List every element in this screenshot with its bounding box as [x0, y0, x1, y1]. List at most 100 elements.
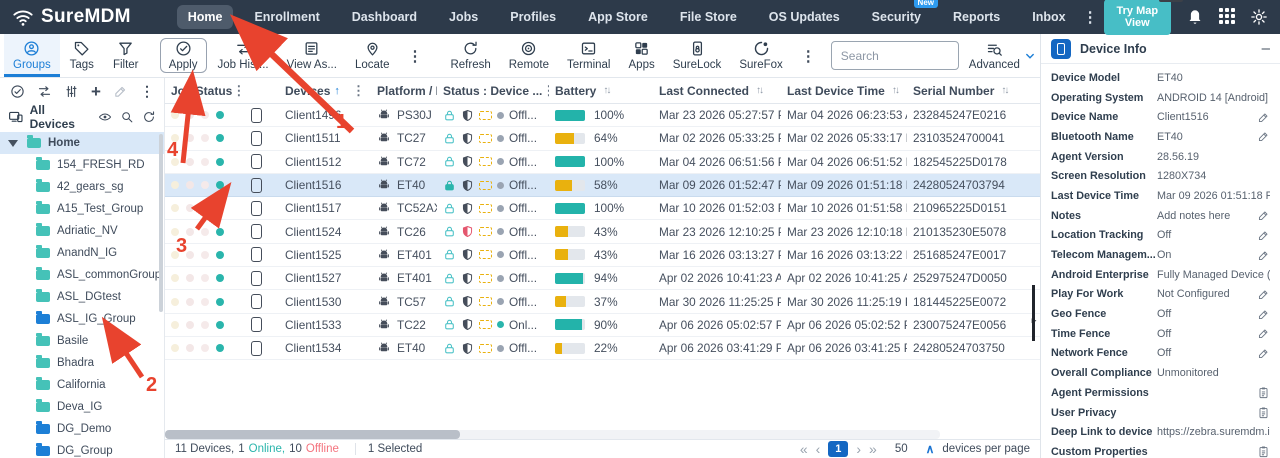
- page-size[interactable]: 50: [895, 443, 908, 455]
- device-select-cell[interactable]: [245, 247, 279, 262]
- toolbar-device-action-surefox[interactable]: SureFox: [730, 34, 791, 77]
- panel-expand-arrow-icon[interactable]: ►: [1030, 316, 1038, 325]
- device-select-cell[interactable]: [245, 294, 279, 309]
- device-row-client1530[interactable]: Client1530TC57Offl...37%Mar 30 2026 11:2…: [165, 290, 1040, 313]
- device-select-cell[interactable]: [245, 341, 279, 356]
- device-select-cell[interactable]: [245, 154, 279, 169]
- device-select-cell[interactable]: [245, 108, 279, 123]
- tree-item-dg-group[interactable]: DG_Group: [0, 440, 164, 458]
- toolbar-action-apply[interactable]: Apply: [160, 38, 207, 73]
- nav-item-file-store[interactable]: File Store: [669, 5, 748, 29]
- eye-icon[interactable]: [98, 110, 112, 124]
- device-select-cell[interactable]: [245, 271, 279, 286]
- tree-item-basile[interactable]: Basile: [0, 330, 164, 352]
- nav-item-home[interactable]: Home: [177, 5, 234, 29]
- gear-icon[interactable]: [1250, 8, 1268, 26]
- nav-item-os-updates[interactable]: OS Updates: [758, 5, 851, 29]
- hscroll-thumb[interactable]: [165, 430, 460, 439]
- device-select-cell[interactable]: [245, 317, 279, 332]
- collapse-panel-button[interactable]: –: [1262, 41, 1270, 56]
- device-row-client1517[interactable]: Client1517TC52AXOffl...100%Mar 10 2026 0…: [165, 197, 1040, 220]
- tree-item-asl-commongroup[interactable]: ASL_commonGroup: [0, 264, 164, 286]
- toolbar-device-action-remote[interactable]: Remote: [500, 34, 558, 77]
- nav-item-reports[interactable]: Reports: [942, 5, 1011, 29]
- edit-pencil-icon[interactable]: [1257, 209, 1270, 222]
- edit-pencil-icon[interactable]: [1257, 249, 1270, 262]
- try-map-view-button[interactable]: Try Map View Beta: [1104, 0, 1171, 35]
- device-row-client1524[interactable]: Client1524TC26Offl...43%Mar 23 2026 12:1…: [165, 220, 1040, 243]
- device-row-client1525[interactable]: Client1525ET401Offl...43%Mar 16 2026 03:…: [165, 244, 1040, 267]
- edit-pencil-icon[interactable]: [1257, 308, 1270, 321]
- device-select-cell[interactable]: [245, 201, 279, 216]
- column-header-last-connected[interactable]: Last Connected↑↓: [653, 84, 781, 98]
- tree-item-deva-ig[interactable]: Deva_IG: [0, 396, 164, 418]
- clipboard-icon[interactable]: [1257, 386, 1270, 399]
- refresh-tree-icon[interactable]: [142, 110, 156, 124]
- hscroll-track[interactable]: [165, 430, 940, 439]
- sidebar-scrollbar[interactable]: [159, 134, 163, 312]
- edit-pencil-icon[interactable]: [1257, 347, 1270, 360]
- column-header-platform-mo[interactable]: Platform / Mo...⋮: [371, 83, 437, 99]
- device-row-client1511[interactable]: Client1511TC27Offl...64%Mar 02 2026 05:3…: [165, 127, 1040, 150]
- toolbar-action-job-hist[interactable]: Job Hist...: [209, 34, 278, 77]
- current-page[interactable]: 1: [828, 441, 848, 457]
- actions-kebab-icon[interactable]: ⋮: [398, 47, 431, 65]
- tree-item-asl-dgtest[interactable]: ASL_DGtest: [0, 286, 164, 308]
- nav-item-enrollment[interactable]: Enrollment: [243, 5, 330, 29]
- column-header-status-device[interactable]: Status : Device ...⋮: [437, 83, 549, 99]
- device-row-client1527[interactable]: Client1527ET401Offl...94%Apr 02 2026 10:…: [165, 267, 1040, 290]
- nav-item-dashboard[interactable]: Dashboard: [341, 5, 428, 29]
- tree-item-adriatic-nv[interactable]: Adriatic_NV: [0, 220, 164, 242]
- edit-pencil-icon[interactable]: [1257, 327, 1270, 340]
- column-menu-kebab-icon[interactable]: ⋮: [232, 83, 245, 99]
- tree-item-dg-demo[interactable]: DG_Demo: [0, 418, 164, 440]
- apply-check-circle-icon[interactable]: [10, 84, 25, 99]
- nav-item-profiles[interactable]: Profiles: [499, 5, 567, 29]
- nav-item-security[interactable]: SecurityNew: [861, 5, 932, 29]
- tree-item-anandn-ig[interactable]: AnandN_IG: [0, 242, 164, 264]
- device-row-client1534[interactable]: Client1534ET40Offl...22%Apr 06 2026 03:4…: [165, 337, 1040, 360]
- vscroll-thumb[interactable]: [1032, 285, 1035, 341]
- app-launcher-grid-icon[interactable]: [1219, 8, 1235, 26]
- nav-item-app-store[interactable]: App Store: [577, 5, 659, 29]
- device-row-client1533[interactable]: Client1533TC22Onl...90%Apr 06 2026 05:02…: [165, 314, 1040, 337]
- device-select-cell[interactable]: [245, 178, 279, 193]
- first-page-button[interactable]: «: [800, 442, 808, 456]
- device-row-client1512[interactable]: Client1512TC72Offl...100%Mar 04 2026 06:…: [165, 151, 1040, 174]
- column-header-devices[interactable]: Devices↑⋮: [279, 83, 371, 99]
- edit-pencil-icon[interactable]: [1257, 130, 1270, 143]
- tree-item-california[interactable]: California: [0, 374, 164, 396]
- toolbar-device-action-terminal[interactable]: Terminal: [558, 34, 619, 77]
- edit-pencil-icon[interactable]: [113, 84, 128, 99]
- tree-item-42-gears-sg[interactable]: 42_gears_sg: [0, 176, 164, 198]
- toolbar-device-action-surelock[interactable]: SureLock: [664, 34, 731, 77]
- device-actions-kebab-icon[interactable]: ⋮: [792, 47, 825, 65]
- nav-item-jobs[interactable]: Jobs: [438, 5, 489, 29]
- edit-pencil-icon[interactable]: [1257, 288, 1270, 301]
- sort-swap-icon[interactable]: [37, 84, 52, 99]
- column-header-job-status[interactable]: Job Status⋮: [165, 83, 245, 99]
- device-row-client1496[interactable]: Client1496PS30JOffl...100%Mar 23 2026 05…: [165, 104, 1040, 127]
- toolbar-device-action-refresh[interactable]: Refresh: [441, 34, 499, 77]
- toolbar-tab-tags[interactable]: Tags: [60, 34, 104, 77]
- bell-icon[interactable]: [1186, 8, 1204, 26]
- nav-item-inbox[interactable]: Inbox: [1021, 5, 1076, 29]
- next-page-button[interactable]: ›: [856, 442, 861, 456]
- last-page-button[interactable]: »: [869, 442, 877, 456]
- tree-expander-icon[interactable]: [8, 140, 18, 147]
- toolbar-action-view-as[interactable]: View As...: [278, 34, 346, 77]
- column-menu-kebab-icon[interactable]: ⋮: [352, 83, 365, 99]
- edit-pencil-icon[interactable]: [1257, 111, 1270, 124]
- prev-page-button[interactable]: ‹: [816, 442, 821, 456]
- toolbar-tab-groups[interactable]: Groups: [4, 34, 60, 77]
- toolbar-tab-filter[interactable]: Filter: [104, 34, 148, 77]
- tree-item-154-fresh-rd[interactable]: 154_FRESH_RD: [0, 154, 164, 176]
- tree-item-asl-ig-group[interactable]: ASL_IG_Group: [0, 308, 164, 330]
- clipboard-icon[interactable]: [1257, 406, 1270, 419]
- tree-item-a15-test-group[interactable]: A15_Test_Group: [0, 198, 164, 220]
- toolbar-device-action-apps[interactable]: Apps: [620, 34, 664, 77]
- collapse-chevron-icon[interactable]: ∧: [926, 442, 935, 456]
- search-icon[interactable]: [120, 110, 134, 124]
- clipboard-icon[interactable]: [1257, 445, 1270, 458]
- tree-item-home[interactable]: Home: [0, 132, 164, 154]
